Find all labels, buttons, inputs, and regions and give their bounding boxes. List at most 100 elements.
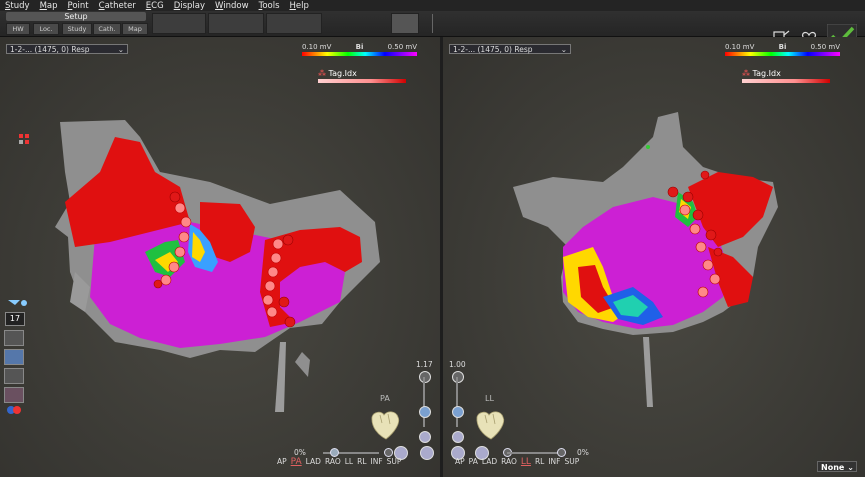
right-scale-min: 0.10 mV <box>725 43 755 51</box>
cath-button[interactable]: Cath. <box>93 23 121 35</box>
right-orient-rao[interactable]: RAO <box>501 457 517 467</box>
point-tag-icon[interactable] <box>18 133 34 145</box>
right-color-bar <box>725 52 840 56</box>
left-view-label: PA <box>380 394 390 403</box>
menu-ecg[interactable]: ECG <box>141 1 169 11</box>
right-tag-bar <box>742 79 830 83</box>
right-heart-map[interactable] <box>503 107 803 407</box>
left-color-bar <box>302 52 417 56</box>
left-map-select-value: 1-2-... (1475, 0) Resp <box>10 45 90 54</box>
left-zoom-knob[interactable] <box>419 406 431 418</box>
left-map-viewport[interactable]: 1-2-... (1475, 0) Resp ⌄ 0.10 mV Bi 0.50… <box>0 37 440 477</box>
right-map-select-value: 1-2-... (1475, 0) Resp <box>453 45 533 54</box>
left-orient-lad[interactable]: LAD <box>306 457 321 467</box>
toolbar-disabled-button-1[interactable] <box>152 13 206 34</box>
right-zoom-value: 1.00 <box>449 360 466 369</box>
left-tag-text: Tag.Idx <box>328 69 357 78</box>
right-orient-sup[interactable]: SUP <box>564 457 579 467</box>
left-zoom-value: 1.17 <box>416 360 433 369</box>
chevron-down-icon: ⌄ <box>560 45 567 54</box>
setup-tab[interactable]: Setup <box>6 12 146 21</box>
left-zoom-up[interactable] <box>419 371 431 383</box>
left-orient-pa[interactable]: PA <box>291 457 302 467</box>
left-orientation-bar: AP PA LAD RAO LL RL INF SUP <box>277 457 401 467</box>
right-tag-label: ⁂ Tag.Idx <box>742 69 781 78</box>
right-opacity-knob[interactable] <box>557 448 566 457</box>
right-orient-ll[interactable]: LL <box>521 457 531 467</box>
menu-map[interactable]: Map <box>35 1 63 11</box>
left-reset-button[interactable] <box>419 431 431 443</box>
left-opacity-end[interactable] <box>384 448 393 457</box>
left-scale-max: 0.50 mV <box>387 43 417 51</box>
left-scale-min: 0.10 mV <box>302 43 332 51</box>
left-view-button[interactable] <box>420 446 434 460</box>
toolbar-disabled-button-3[interactable] <box>266 13 322 34</box>
right-map-select[interactable]: 1-2-... (1475, 0) Resp ⌄ <box>449 44 571 54</box>
loc-button[interactable]: Loc. <box>33 23 59 35</box>
toolbar: Setup HW Loc. Study Cath. Map <box>0 11 865 48</box>
toolbar-disabled-button-2[interactable] <box>208 13 264 34</box>
panel-button-4[interactable] <box>4 387 24 403</box>
panel-button-2[interactable] <box>4 349 24 365</box>
left-heart-map[interactable] <box>40 112 400 412</box>
filter-icon[interactable] <box>6 298 28 308</box>
right-orient-inf[interactable]: INF <box>548 457 560 467</box>
menu-study[interactable]: Study <box>0 1 35 11</box>
study-button[interactable]: Study <box>62 23 92 35</box>
left-orient-ll[interactable]: LL <box>345 457 353 467</box>
tag-icon: ⁂ <box>318 69 326 78</box>
left-orient-sup[interactable]: SUP <box>387 457 402 467</box>
right-zoom-slider[interactable] <box>456 377 458 427</box>
point-count-field[interactable]: 17 <box>5 312 25 326</box>
right-heart-orientation-icon <box>476 411 505 440</box>
right-orient-lad[interactable]: LAD <box>482 457 497 467</box>
left-zoom-slider[interactable] <box>423 377 425 427</box>
left-opacity-value: 0% <box>294 448 306 457</box>
right-reset-button[interactable] <box>452 431 464 443</box>
menu-point[interactable]: Point <box>63 1 94 11</box>
left-scale-mode: Bi <box>355 43 364 51</box>
hw-button[interactable]: HW <box>6 23 30 35</box>
left-opacity-knob[interactable] <box>330 448 339 457</box>
toolbar-record-button[interactable] <box>391 13 419 34</box>
left-tool-panel: 17 <box>2 295 40 417</box>
map-button[interactable]: Map <box>122 23 148 35</box>
right-scale-max: 0.50 mV <box>810 43 840 51</box>
right-orient-ap[interactable]: AP <box>455 457 465 467</box>
right-tag-text: Tag.Idx <box>752 69 781 78</box>
right-orientation-bar: AP PA LAD RAO LL RL INF SUP <box>455 457 579 467</box>
right-scale-mode: Bi <box>778 43 787 51</box>
right-view-label: LL <box>485 394 494 403</box>
chevron-down-icon: ⌄ <box>847 463 854 472</box>
tag-icon: ⁂ <box>742 69 750 78</box>
bottom-right-select[interactable]: None ⌄ <box>817 461 857 472</box>
bottom-right-select-value: None <box>821 463 845 472</box>
left-voltage-scale: 0.10 mV Bi 0.50 mV <box>302 43 417 56</box>
left-orient-ap[interactable]: AP <box>277 457 287 467</box>
right-map-viewport[interactable]: 1-2-... (1475, 0) Resp ⌄ 0.10 mV Bi 0.50… <box>443 37 865 477</box>
left-orient-rl[interactable]: RL <box>357 457 366 467</box>
panel-button-3[interactable] <box>4 368 24 384</box>
chevron-down-icon: ⌄ <box>117 45 124 54</box>
menu-tools[interactable]: Tools <box>254 1 285 11</box>
right-voltage-scale: 0.10 mV Bi 0.50 mV <box>725 43 840 56</box>
menu-bar: Study Map Point Catheter ECG Display Win… <box>0 0 865 11</box>
toolbar-separator <box>432 14 433 33</box>
right-orient-rl[interactable]: RL <box>535 457 544 467</box>
left-map-select[interactable]: 1-2-... (1475, 0) Resp ⌄ <box>6 44 128 54</box>
menu-window[interactable]: Window <box>210 1 254 11</box>
right-opacity-value: 0% <box>577 448 589 457</box>
left-tag-label: ⁂ Tag.Idx <box>318 69 357 78</box>
right-zoom-up[interactable] <box>452 371 464 383</box>
left-heart-orientation-icon <box>371 411 400 440</box>
panel-button-1[interactable] <box>4 330 24 346</box>
palette-icon[interactable] <box>6 405 22 415</box>
menu-catheter[interactable]: Catheter <box>94 1 141 11</box>
right-zoom-knob[interactable] <box>452 406 464 418</box>
left-orient-inf[interactable]: INF <box>371 457 383 467</box>
menu-display[interactable]: Display <box>169 1 210 11</box>
menu-help[interactable]: Help <box>285 1 314 11</box>
left-orient-rao[interactable]: RAO <box>325 457 341 467</box>
right-opacity-slider[interactable] <box>507 452 563 454</box>
right-orient-pa[interactable]: PA <box>469 457 478 467</box>
